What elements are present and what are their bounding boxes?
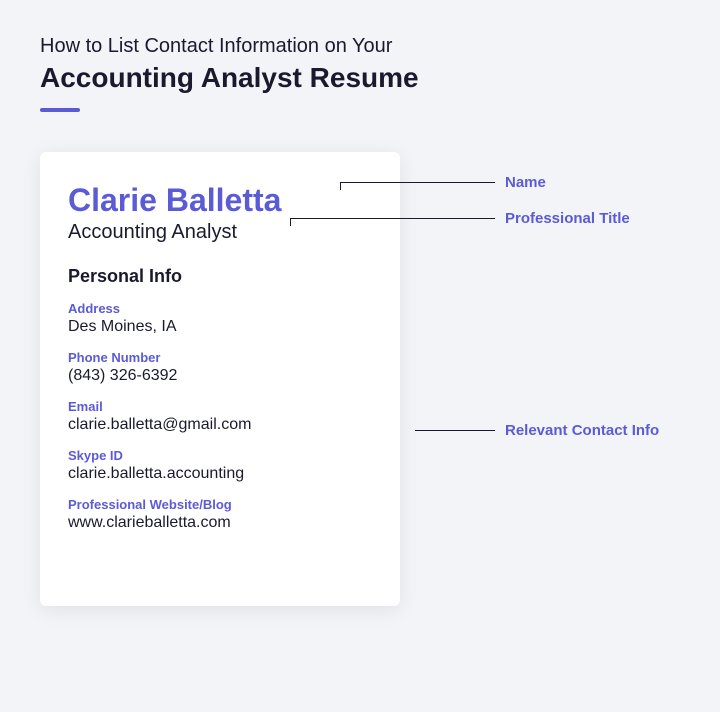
annotation-name: Name	[505, 174, 546, 191]
field-skype: Skype ID clarie.balletta.accounting	[68, 448, 372, 483]
header-underline	[40, 108, 80, 112]
value-website: www.clarieballetta.com	[68, 514, 372, 532]
annotation-title: Professional Title	[505, 210, 630, 227]
connector-tick-title	[290, 218, 291, 226]
content-wrapper: Clarie Balletta Accounting Analyst Perso…	[40, 152, 680, 606]
header: How to List Contact Information on Your …	[40, 35, 680, 112]
field-email: Email clarie.balletta@gmail.com	[68, 399, 372, 434]
label-phone: Phone Number	[68, 350, 372, 365]
value-email: clarie.balletta@gmail.com	[68, 416, 372, 434]
label-skype: Skype ID	[68, 448, 372, 463]
resume-professional-title: Accounting Analyst	[68, 221, 372, 244]
value-phone: (843) 326-6392	[68, 367, 372, 385]
value-skype: clarie.balletta.accounting	[68, 465, 372, 483]
field-address: Address Des Moines, IA	[68, 301, 372, 336]
section-heading: Personal Info	[68, 266, 372, 287]
annotation-contact: Relevant Contact Info	[505, 422, 659, 439]
field-website: Professional Website/Blog www.clarieball…	[68, 497, 372, 532]
connector-line-name	[340, 182, 495, 183]
connector-tick-name	[340, 182, 341, 190]
label-email: Email	[68, 399, 372, 414]
label-address: Address	[68, 301, 372, 316]
connector-line-contact	[415, 430, 495, 431]
header-title: Accounting Analyst Resume	[40, 62, 680, 94]
field-phone: Phone Number (843) 326-6392	[68, 350, 372, 385]
value-address: Des Moines, IA	[68, 318, 372, 336]
resume-name: Clarie Balletta	[68, 182, 372, 219]
connector-line-title	[290, 218, 495, 219]
header-subtitle: How to List Contact Information on Your	[40, 35, 680, 58]
label-website: Professional Website/Blog	[68, 497, 372, 512]
resume-card: Clarie Balletta Accounting Analyst Perso…	[40, 152, 400, 606]
